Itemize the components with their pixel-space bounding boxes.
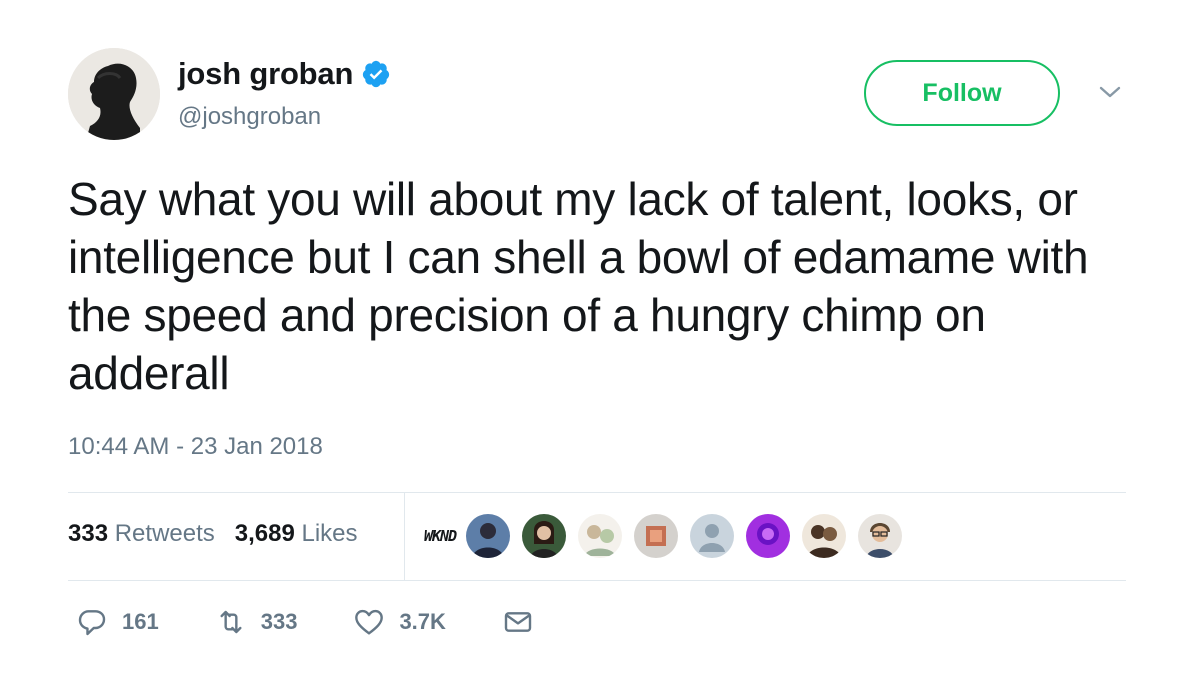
author-name-row[interactable]: josh groban (178, 56, 391, 92)
liker-avatar[interactable] (578, 514, 623, 558)
tweet-card: josh groban @joshgroban Follow Say what … (0, 0, 1200, 691)
retweet-button[interactable]: 333 (215, 606, 298, 638)
reply-button[interactable]: 161 (76, 606, 159, 638)
divider-top (68, 492, 1126, 493)
retweets-label: Retweets (114, 520, 215, 547)
author-avatar[interactable] (68, 48, 160, 140)
like-button[interactable]: 3.7K (353, 606, 446, 638)
reply-count: 161 (122, 609, 159, 634)
chevron-down-icon[interactable] (1098, 84, 1122, 100)
liker-wknd-logo[interactable]: WKND (424, 527, 457, 545)
retweet-count: 333 (260, 609, 298, 634)
likes-label: Likes (301, 520, 358, 547)
tweet-text: Say what you will about my lack of talen… (68, 173, 1089, 399)
retweets-stat[interactable]: 333 Retweets (68, 520, 215, 548)
author-handle[interactable]: @joshgroban (178, 103, 321, 131)
stats-vertical-divider (404, 492, 405, 580)
like-count: 3.7K (399, 609, 446, 634)
reply-icon (78, 610, 106, 636)
liker-default-avatar[interactable] (690, 514, 735, 558)
author-name[interactable]: josh groban (178, 56, 353, 92)
envelope-icon (504, 612, 532, 632)
liker-avatar[interactable] (858, 514, 903, 558)
heart-icon (355, 609, 384, 635)
likes-count: 3,689 (234, 520, 295, 547)
liker-avatar[interactable] (466, 514, 511, 558)
tweet-stats: 333 Retweets 3,689 Likes (68, 520, 358, 548)
likers-row: WKND (424, 514, 914, 558)
divider-bottom (68, 580, 1126, 581)
avatar-photo (68, 48, 160, 140)
tweet-actions: 161 333 3.7K (76, 606, 590, 638)
liker-avatar[interactable] (522, 514, 567, 558)
verified-badge-icon (363, 60, 390, 88)
liker-avatar[interactable] (746, 514, 791, 558)
liker-avatar[interactable] (634, 514, 679, 558)
liker-avatar[interactable] (802, 514, 847, 558)
retweets-count: 333 (68, 520, 109, 547)
direct-message-button[interactable] (502, 606, 534, 638)
follow-button[interactable]: Follow (864, 60, 1060, 126)
tweet-timestamp[interactable]: 10:44 AM - 23 Jan 2018 (68, 433, 323, 461)
likes-stat[interactable]: 3,689 Likes (235, 520, 358, 548)
retweet-icon (220, 610, 242, 634)
